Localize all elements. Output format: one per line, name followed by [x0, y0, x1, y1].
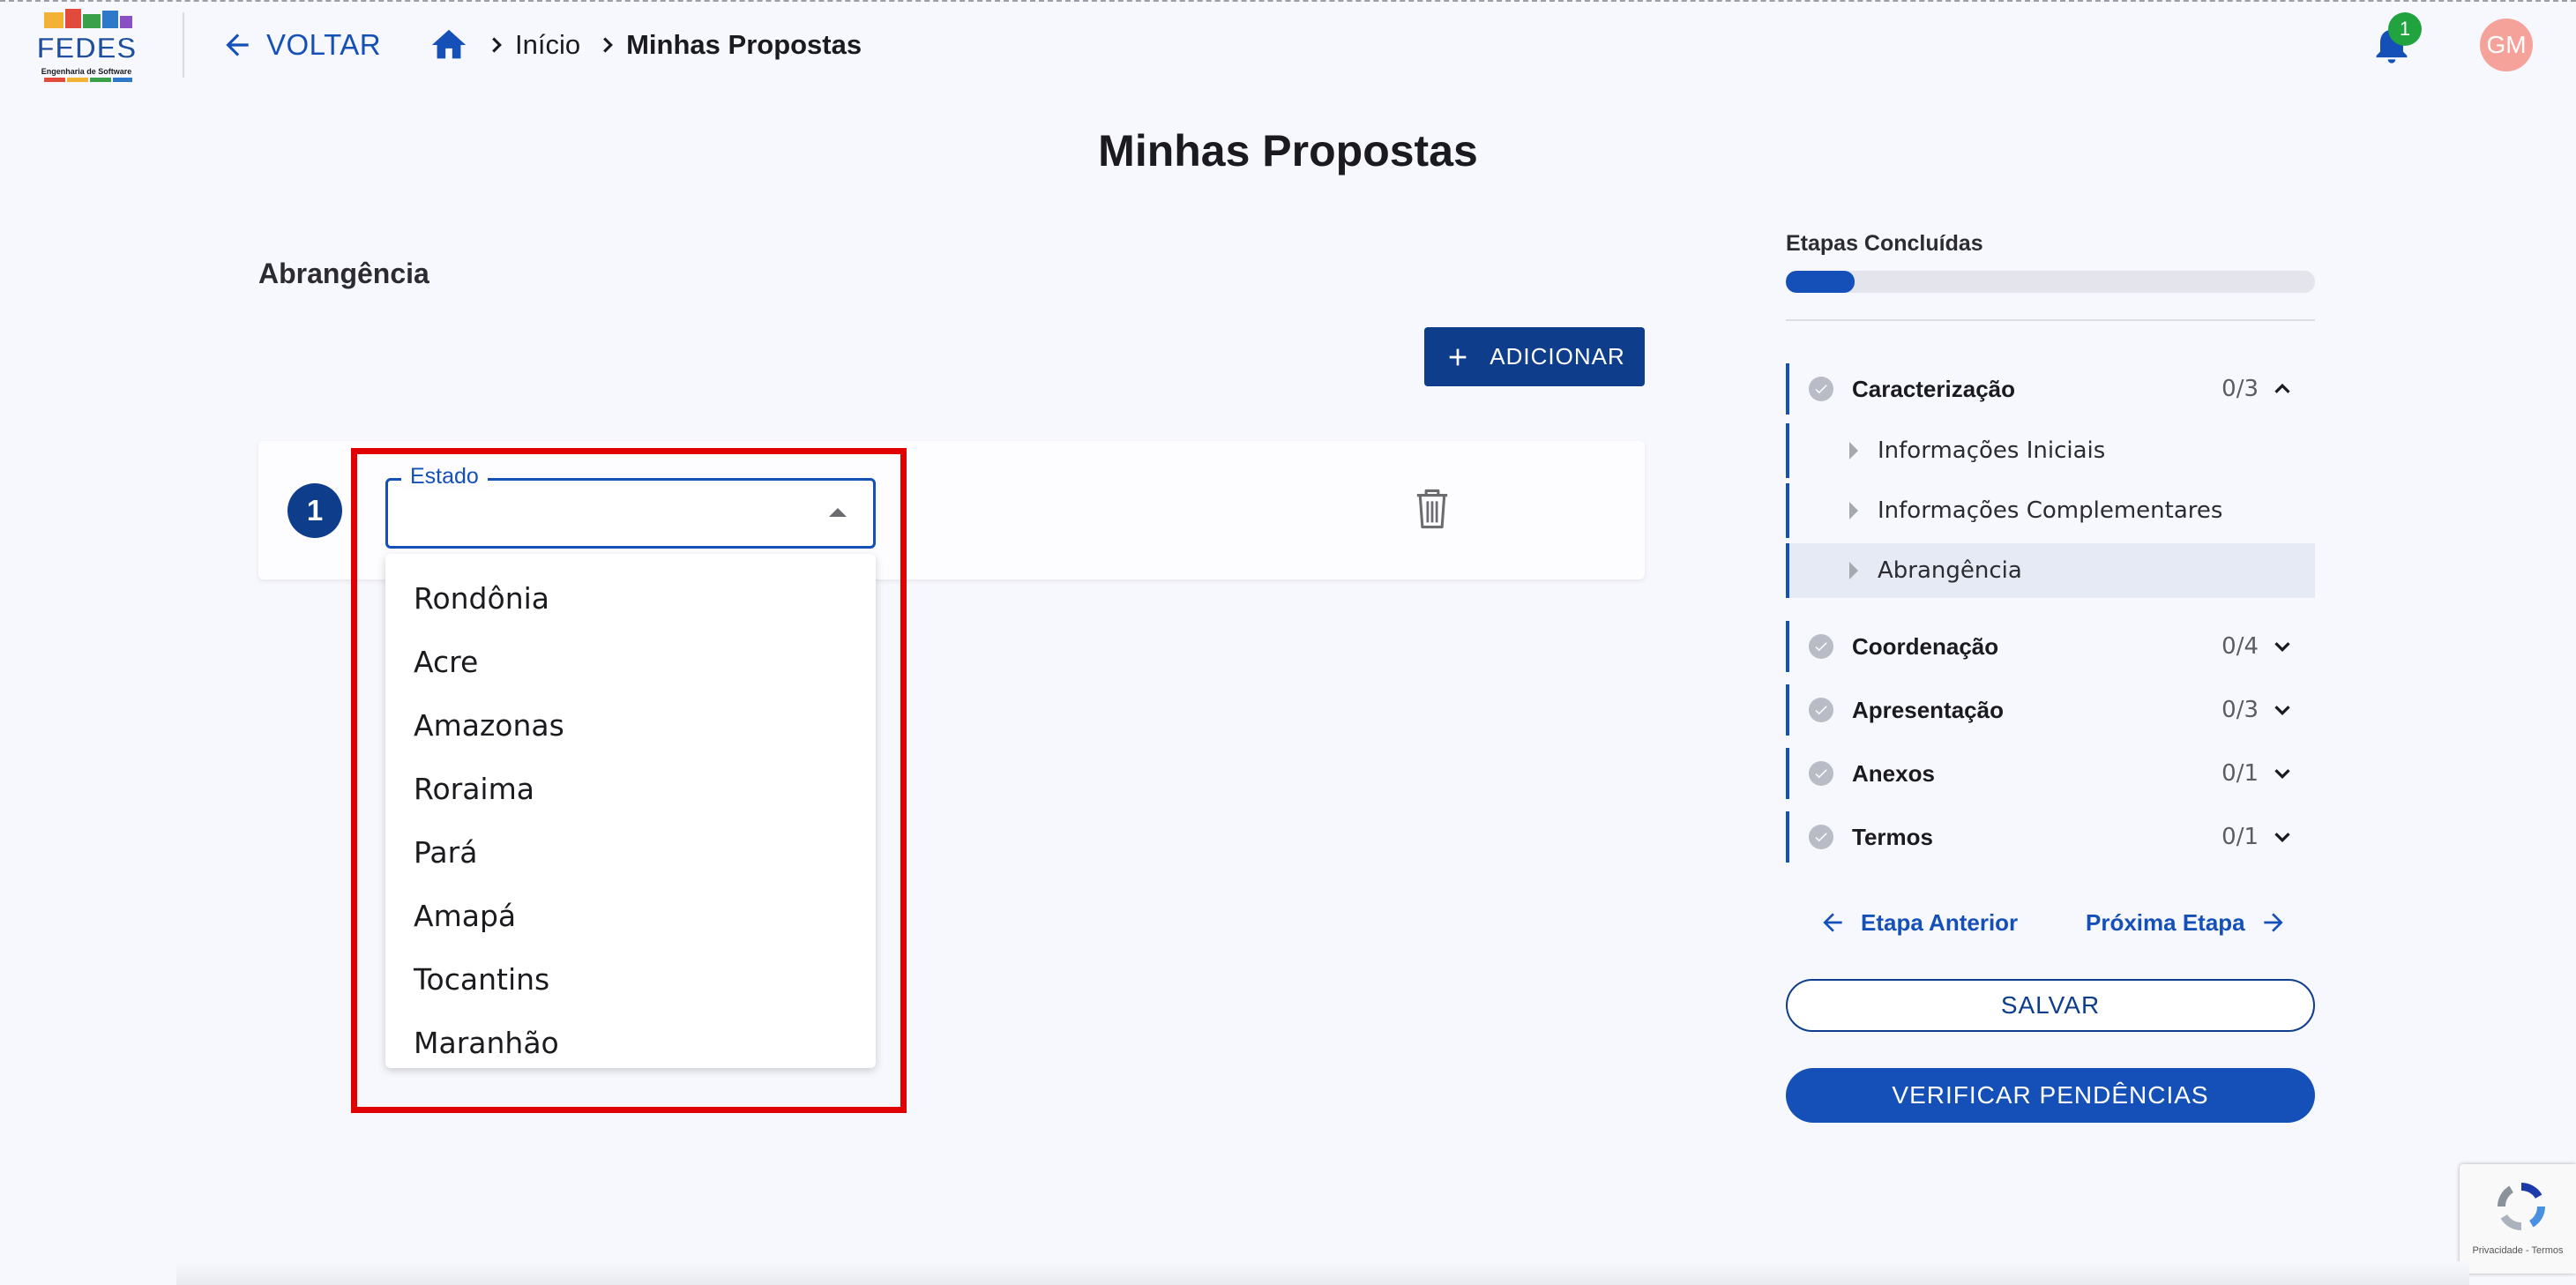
section-title: Abrangência — [258, 258, 429, 289]
bottom-shade — [176, 1261, 2469, 1285]
save-button[interactable]: SALVAR — [1786, 979, 2315, 1032]
progress-fill — [1786, 271, 1855, 293]
recaptcha-text[interactable]: Privacidade - Termos — [2460, 1245, 2576, 1256]
notification-badge: 1 — [2388, 12, 2422, 46]
page-title: Minhas Propostas — [1098, 126, 1478, 176]
back-button[interactable]: VOLTAR — [220, 25, 381, 65]
check-icon — [1809, 377, 1833, 401]
chevron-right-icon — [492, 37, 502, 53]
caret-right-icon — [1849, 562, 1858, 579]
step-caracterizacao[interactable]: Caracterização 0/3 — [1786, 363, 2315, 415]
substep-informacoes-complementares[interactable]: Informações Complementares — [1786, 483, 2315, 538]
avatar[interactable]: GM — [2480, 19, 2533, 71]
step-label: Termos — [1852, 823, 1933, 850]
progress-bar — [1786, 271, 2315, 293]
chevron-down-icon[interactable] — [2269, 697, 2296, 723]
verify-pending-button[interactable]: VERIFICAR PENDÊNCIAS — [1786, 1068, 2315, 1123]
recaptcha-icon — [2498, 1183, 2545, 1230]
check-icon — [1809, 698, 1833, 722]
step-count: 0/4 — [2221, 633, 2259, 660]
arrow-left-icon — [226, 34, 249, 56]
substep-abrangencia[interactable]: Abrangência — [1786, 543, 2315, 598]
chevron-down-icon[interactable] — [2269, 824, 2296, 850]
chevron-up-icon[interactable] — [2269, 376, 2296, 402]
top-header — [0, 0, 2576, 88]
fedes-logo[interactable]: FEDES Engenharia de Software — [35, 5, 138, 85]
svg-text:Engenharia de Software: Engenharia de Software — [41, 67, 132, 76]
back-label: VOLTAR — [266, 28, 382, 61]
step-label: Apresentação — [1852, 696, 2004, 723]
home-icon[interactable] — [429, 25, 469, 65]
substep-label: Abrangência — [1878, 557, 2022, 584]
step-label: Anexos — [1852, 759, 1935, 787]
check-icon — [1809, 761, 1833, 786]
step-count: 0/3 — [2221, 376, 2259, 402]
step-anexos[interactable]: Anexos 0/1 — [1786, 748, 2315, 799]
plus-icon — [1449, 348, 1467, 365]
substep-label: Informações Iniciais — [1878, 437, 2106, 464]
next-step-label: Próxima Etapa — [2086, 908, 2245, 936]
step-coordenacao[interactable]: Coordenação 0/4 — [1786, 621, 2315, 672]
step-termos[interactable]: Termos 0/1 — [1786, 811, 2315, 863]
add-label: ADICIONAR — [1490, 343, 1625, 370]
chevron-right-icon — [603, 37, 614, 53]
add-button[interactable]: ADICIONAR — [1424, 327, 1645, 386]
substep-label: Informações Complementares — [1878, 497, 2223, 524]
breadcrumb-home[interactable]: Início — [515, 29, 580, 61]
trash-icon[interactable] — [1414, 488, 1451, 530]
caret-right-icon — [1849, 502, 1858, 519]
check-icon — [1809, 634, 1833, 659]
progress-divider — [1786, 319, 2315, 321]
chevron-down-icon[interactable] — [2269, 760, 2296, 787]
previous-step-label: Etapa Anterior — [1861, 908, 2019, 936]
recaptcha-badge[interactable]: Privacidade - Termos — [2460, 1164, 2576, 1274]
arrow-right-icon — [2263, 913, 2283, 932]
arrow-left-icon — [1823, 913, 1842, 932]
next-step-button[interactable]: Próxima Etapa — [2086, 905, 2288, 940]
header-divider — [183, 12, 184, 78]
item-number-badge: 1 — [287, 483, 342, 538]
step-label: Coordenação — [1852, 632, 1999, 660]
previous-step-button[interactable]: Etapa Anterior — [1818, 905, 2018, 940]
step-count: 0/3 — [2221, 697, 2259, 723]
highlight-box — [351, 448, 907, 1113]
step-apresentacao[interactable]: Apresentação 0/3 — [1786, 684, 2315, 736]
svg-text:FEDES: FEDES — [36, 32, 136, 65]
step-count: 0/1 — [2221, 824, 2259, 850]
chevron-down-icon[interactable] — [2269, 633, 2296, 660]
substep-informacoes-iniciais[interactable]: Informações Iniciais — [1786, 423, 2315, 478]
step-label: Caracterização — [1852, 375, 2015, 402]
check-icon — [1809, 825, 1833, 849]
breadcrumb: Início Minhas Propostas — [429, 23, 862, 67]
breadcrumb-current: Minhas Propostas — [626, 29, 862, 60]
progress-label: Etapas Concluídas — [1786, 231, 1983, 256]
caret-right-icon — [1849, 442, 1858, 459]
step-count: 0/1 — [2221, 760, 2259, 787]
